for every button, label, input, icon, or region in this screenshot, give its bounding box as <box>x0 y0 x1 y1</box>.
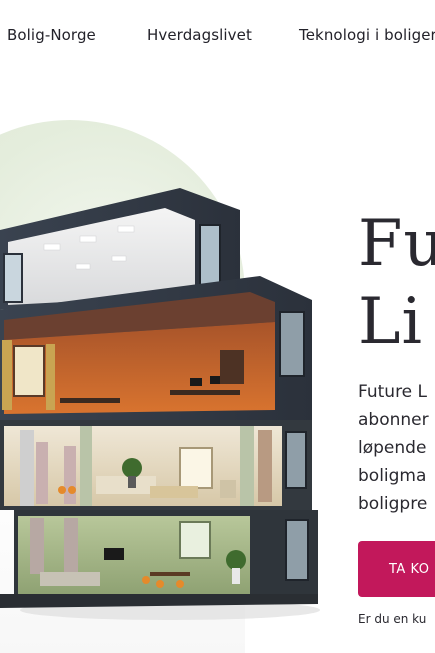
chair <box>58 486 66 494</box>
hero-intro: Future L abonner løpende boligma boligpr… <box>358 378 429 518</box>
ceiling-light <box>117 225 135 233</box>
hero-title: Fu Li <box>358 205 435 361</box>
chair <box>68 486 76 494</box>
ceiling-light <box>75 263 91 270</box>
curtain <box>36 442 48 504</box>
ceiling-light <box>79 235 97 243</box>
ceiling-light <box>43 243 61 251</box>
curtain <box>64 518 78 574</box>
hero-intro-line: løpende <box>358 438 427 458</box>
column <box>20 430 34 506</box>
office-desk <box>60 398 120 403</box>
tv <box>104 548 124 560</box>
cta-button[interactable]: TA KO <box>358 541 435 597</box>
column <box>240 426 254 506</box>
curtain <box>2 340 12 410</box>
shelf <box>220 350 244 384</box>
nav-item-hverdagslivet[interactable]: Hverdagslivet <box>147 26 252 44</box>
second-side-window <box>279 311 305 377</box>
dining-table <box>150 572 190 576</box>
nav-item-bolig-norge[interactable]: Bolig-Norge <box>7 26 96 44</box>
curtain <box>258 430 272 502</box>
plant-pot <box>232 568 240 584</box>
hero-title-line: Li <box>358 285 423 359</box>
plant <box>226 550 246 570</box>
living-window <box>179 447 213 489</box>
ground-window <box>179 521 211 559</box>
ceiling-light <box>111 255 127 262</box>
curtain <box>30 518 44 574</box>
chair <box>156 580 164 588</box>
plant-pot <box>128 476 136 488</box>
ground-sofa <box>40 572 100 586</box>
column <box>80 426 92 506</box>
chair <box>176 580 184 588</box>
armchair <box>220 480 236 498</box>
page: Bolig-Norge Hverdagslivet Teknologi i bo… <box>0 0 435 653</box>
top-window <box>3 253 23 303</box>
hero-intro-line: abonner <box>358 410 429 430</box>
house-cutaway-illustration <box>0 188 320 620</box>
plant <box>122 458 142 478</box>
hero-intro-line: boligma <box>358 466 427 486</box>
office-desk <box>170 390 240 395</box>
sofa <box>150 486 198 498</box>
nav-item-teknologi-i-boliger[interactable]: Teknologi i boliger <box>299 26 435 44</box>
top-side-window <box>199 224 221 286</box>
chair <box>142 576 150 584</box>
top-navigation: Bolig-Norge Hverdagslivet Teknologi i bo… <box>0 0 435 70</box>
member-link[interactable]: Er du en ku <box>358 612 426 626</box>
monitor <box>190 378 202 386</box>
curtain <box>46 344 55 410</box>
curtain <box>64 446 76 504</box>
ground-side-window <box>285 519 309 581</box>
hero-intro-line: boligpre <box>358 494 428 514</box>
kitchen-counter <box>96 476 156 494</box>
third-side-window <box>285 431 307 489</box>
hero-title-line: Fu <box>358 207 435 281</box>
hero-intro-line: Future L <box>358 382 428 402</box>
office-window <box>13 345 45 397</box>
